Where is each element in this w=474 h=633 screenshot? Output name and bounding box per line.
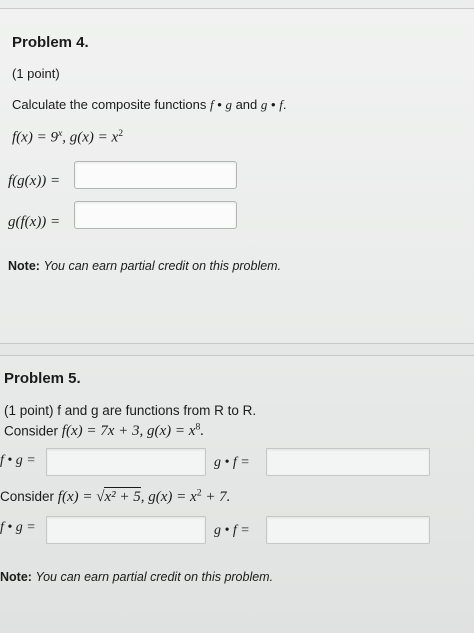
fg1-answer-input[interactable] (46, 448, 206, 476)
problem-5-intro: (1 point) f and g are functions from R t… (4, 403, 257, 418)
prompt-dot: • (217, 97, 222, 112)
note-text: You can earn partial credit on this prob… (43, 259, 282, 273)
note-text-2: You can earn partial credit on this prob… (35, 570, 274, 584)
definition-g-exponent: 2 (118, 128, 124, 139)
definition-f: f(x) = 9 (12, 129, 58, 146)
problem-4-prompt: Calculate the composite functions f • g … (12, 97, 286, 113)
consider-2-f: f(x) = (57, 489, 97, 505)
problem-4-definition: f(x) = 9x, g(x) = x2 (12, 128, 123, 146)
gf1-label: g • f = (214, 455, 250, 470)
problem-4-panel: Problem 4. (1 point) Calculate the compo… (0, 8, 474, 344)
gf-answer-input[interactable] (74, 201, 237, 229)
problem-5-panel: Problem 5. (1 point) f and g are functio… (0, 355, 474, 633)
problem-5-note: Note: You can earn partial credit on thi… (0, 570, 273, 584)
consider-1-math: f(x) = 7x + 3, g(x) = x8. (61, 422, 205, 440)
definition-g: , g(x) = x (62, 129, 119, 146)
consider-2-g: , g(x) = x (140, 489, 197, 505)
problem-4-title: Problem 4. (12, 34, 89, 51)
fg2-answer-input[interactable] (46, 516, 206, 544)
problem-4-note: Note: You can earn partial credit on thi… (8, 259, 281, 273)
fg-answer-input[interactable] (74, 161, 237, 189)
prompt-text: Calculate the composite functions (12, 97, 207, 112)
fg1-label: f • g = (0, 453, 36, 468)
fg-label: f(g(x)) = (8, 173, 61, 189)
consider-2-math: f(x) = √x² + 5, g(x) = x2 + 7. (57, 487, 231, 505)
prompt-end: . (282, 97, 287, 112)
gf-label: g(f(x)) = (8, 214, 61, 230)
problem-5-title: Problem 5. (4, 370, 81, 387)
consider-1-end: . (200, 423, 205, 440)
gf2-answer-input[interactable] (266, 516, 430, 544)
consider-1: Consider f(x) = 7x + 3, g(x) = x8. (4, 422, 204, 440)
consider-2-label: Consider (0, 489, 55, 504)
gf2-label: g • f = (214, 523, 250, 538)
problem-4-points: (1 point) (12, 66, 60, 81)
prompt-dot2: • (271, 97, 276, 112)
consider-2-end: + 7. (201, 489, 231, 505)
prompt-g2: g (260, 97, 268, 112)
consider-1-label: Consider (4, 423, 59, 439)
page: Problem 4. (1 point) Calculate the compo… (0, 0, 474, 633)
note-label-2: Note: (0, 570, 32, 584)
note-label: Note: (8, 259, 40, 273)
fg2-label: f • g = (0, 520, 36, 535)
prompt-f: f (210, 97, 214, 112)
consider-2: Consider f(x) = √x² + 5, g(x) = x2 + 7. (0, 487, 230, 506)
consider-1-expression: f(x) = 7x + 3, g(x) = x (61, 423, 196, 440)
consider-2-radicand: x² + 5 (104, 487, 141, 505)
gf1-answer-input[interactable] (266, 448, 430, 476)
prompt-and: and (235, 97, 258, 112)
prompt-g: g (225, 97, 232, 112)
